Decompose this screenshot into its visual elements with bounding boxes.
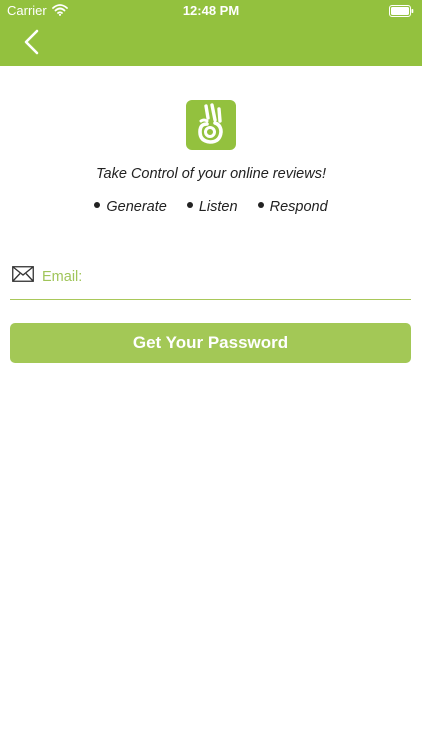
feature-list: Generate Listen Respond <box>0 199 422 215</box>
back-button[interactable] <box>18 28 48 58</box>
feature-item: Listen <box>186 199 238 215</box>
feature-item: Respond <box>257 199 328 215</box>
email-input[interactable] <box>40 264 409 290</box>
feature-label: Generate <box>106 199 167 215</box>
feature-label: Respond <box>269 199 328 215</box>
get-password-button[interactable]: Get Your Password <box>10 323 411 363</box>
feature-item: Generate <box>94 199 167 215</box>
feature-label: Listen <box>198 199 238 215</box>
bullet-icon <box>94 202 101 209</box>
app-header: Carrier 12:48 PM <box>0 0 422 66</box>
tagline: Take Control of your online reviews! <box>96 166 326 182</box>
envelope-icon <box>12 266 34 287</box>
ok-hand-icon <box>198 103 223 144</box>
bullet-icon <box>186 202 193 209</box>
status-bar: Carrier 12:48 PM <box>0 0 422 22</box>
bullet-icon <box>257 202 264 209</box>
chevron-left-icon <box>24 29 39 55</box>
status-time: 12:48 PM <box>182 3 240 18</box>
app-logo <box>186 100 236 150</box>
email-field-row <box>10 259 411 300</box>
battery-icon <box>389 5 414 20</box>
